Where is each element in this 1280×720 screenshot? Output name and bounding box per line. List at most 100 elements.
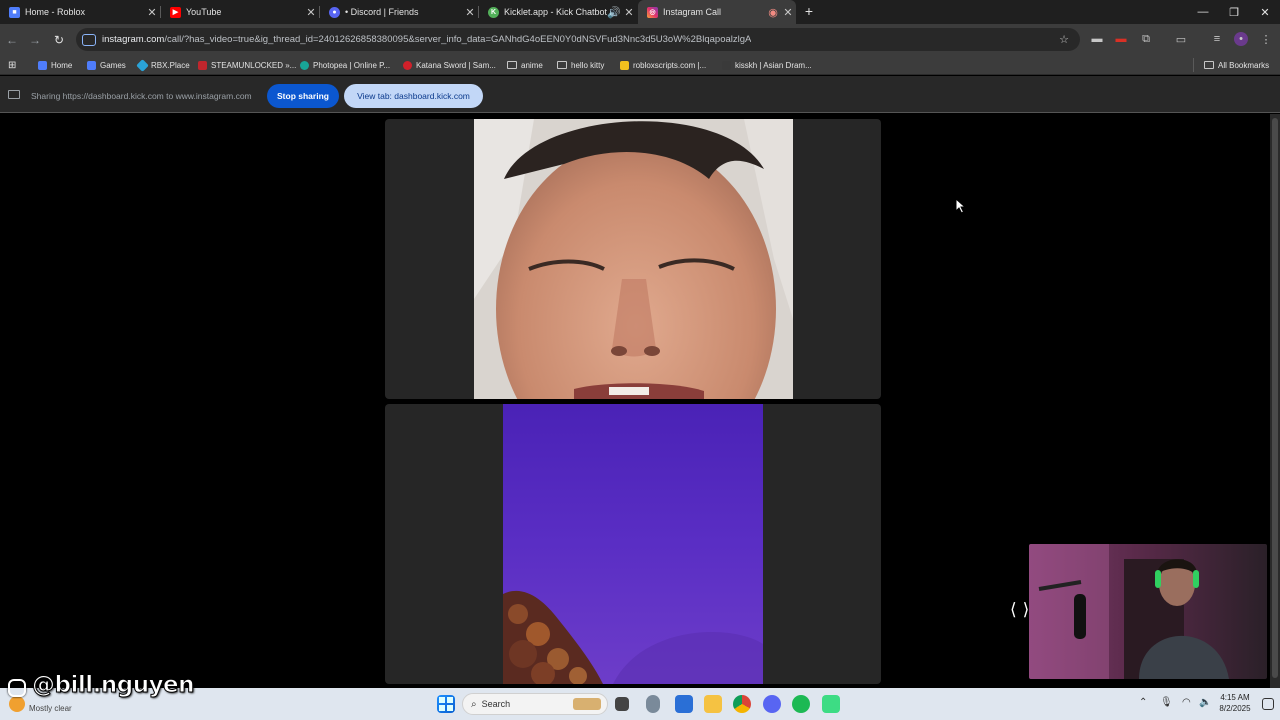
roblox-icon <box>38 60 47 70</box>
photopea-icon <box>300 60 309 70</box>
webcam-image <box>1029 544 1267 679</box>
search-label: Search <box>481 699 511 709</box>
roblox-icon <box>87 60 96 70</box>
new-tab-button[interactable]: + <box>801 3 817 19</box>
rbx-place-icon <box>136 58 149 72</box>
taskbar-search[interactable]: ⌕ Search <box>462 693 608 715</box>
sharing-status-text: Sharing https://dashboard.kick.com to ww… <box>31 91 252 101</box>
bookmark-katana-sword[interactable]: Katana Sword | Sam... <box>403 58 496 72</box>
close-window-button[interactable]: ✕ <box>1250 0 1280 24</box>
bookmark-label: STEAMUNLOCKED »... <box>211 60 297 70</box>
folder-icon <box>1204 61 1214 69</box>
discord-app-icon[interactable] <box>763 695 781 713</box>
bookmark-steamunlocked[interactable]: STEAMUNLOCKED »... <box>198 58 296 72</box>
roblox-favicon-icon: ■ <box>9 6 20 18</box>
tab-kicklet[interactable]: K Kicklet.app - Kick Chatbot 🔊 ✕ <box>479 0 637 24</box>
tab-title: Home - Roblox <box>25 7 86 17</box>
bookmark-robloxscripts[interactable]: robloxscripts.com |... <box>620 58 706 72</box>
taskbar-clock[interactable]: 4:15 AM 8/2/2025 <box>1210 692 1260 714</box>
spotify-icon[interactable] <box>792 695 810 713</box>
bookmark-home[interactable]: Home <box>38 58 72 72</box>
speaker-audio-icon[interactable]: 🔊 <box>607 6 621 19</box>
chrome-icon[interactable] <box>733 695 751 713</box>
weather-condition[interactable]: Mostly clear <box>29 704 72 713</box>
extensions-puzzle-icon[interactable]: ⧉ <box>1139 32 1153 46</box>
url-path: /call/?has_video=true&ig_thread_id=24012… <box>164 34 752 45</box>
tab-title: Kicklet.app - Kick Chatbot <box>504 7 607 17</box>
bookmark-kisskh[interactable]: kisskh | Asian Dram... <box>722 58 812 72</box>
profile-avatar-icon[interactable]: • <box>1234 32 1248 46</box>
sky-video-image <box>503 590 763 684</box>
recording-indicator-icon: ◉ <box>768 6 778 19</box>
restore-button[interactable]: ❐ <box>1219 0 1249 24</box>
minimize-button[interactable]: — <box>1188 0 1218 24</box>
tab-instagram-call[interactable]: ◎ Instagram Call ◉ ✕ <box>638 0 796 24</box>
bookmark-label: anime <box>521 60 543 70</box>
steamunlocked-icon <box>198 60 207 70</box>
tab-discord[interactable]: ● • Discord | Friends ✕ <box>320 0 478 24</box>
streamer-handle: @bill.nguyen <box>31 672 195 699</box>
all-bookmarks[interactable]: All Bookmarks <box>1204 58 1269 72</box>
instagram-favicon-icon: ◎ <box>647 6 658 18</box>
kicklet-favicon-icon: K <box>488 6 499 18</box>
discord-favicon-icon: ● <box>329 6 340 18</box>
bookmarks-bar: ⊞ Home Games RBX.Place STEAMUNLOCKED »..… <box>0 55 1280 75</box>
tab-title: • Discord | Friends <box>345 7 419 17</box>
tab-youtube[interactable]: ▶ YouTube ✕ <box>161 0 319 24</box>
forward-icon[interactable]: → <box>25 30 45 50</box>
close-tab-icon[interactable]: ✕ <box>144 6 160 19</box>
bookmark-label: Games <box>100 60 126 70</box>
bookmark-folder-hello-kitty[interactable]: hello kitty <box>557 58 604 72</box>
close-tab-icon[interactable]: ✕ <box>621 6 637 19</box>
video-tile-remote[interactable] <box>385 119 881 399</box>
address-bar[interactable]: instagram.com/call/?has_video=true&ig_th… <box>76 28 1080 51</box>
start-windows-icon[interactable] <box>437 695 455 713</box>
photos-app-icon[interactable] <box>675 695 693 713</box>
extension-2-icon[interactable]: ▬ <box>1114 32 1128 46</box>
weather-icon[interactable] <box>9 696 25 712</box>
bookmark-rbx-place[interactable]: RBX.Place <box>136 58 190 72</box>
url-domain: instagram.com <box>102 34 165 45</box>
scrollbar-thumb[interactable] <box>1272 118 1278 678</box>
mouse-app-icon[interactable] <box>646 695 660 713</box>
task-view-icon[interactable] <box>615 697 629 711</box>
clock-time: 4:15 AM <box>1220 693 1250 702</box>
close-tab-icon[interactable]: ✕ <box>780 6 796 19</box>
video-tile-self[interactable] <box>385 404 881 684</box>
bookmark-folder-anime[interactable]: anime <box>507 58 543 72</box>
bookmark-star-icon[interactable]: ☆ <box>1057 32 1071 46</box>
media-control-icon[interactable]: ≡ <box>1210 32 1224 46</box>
self-video-feed <box>503 404 763 684</box>
reload-icon[interactable]: ↻ <box>49 30 69 50</box>
remote-video-feed <box>474 119 793 399</box>
microphone-icon[interactable]: 🎙 <box>1160 697 1173 708</box>
bookmark-photopea[interactable]: Photopea | Online P... <box>300 58 390 72</box>
browser-toolbar: ← → ↻ instagram.com/call/?has_video=true… <box>0 24 1280 55</box>
search-highlight-icon <box>573 698 601 710</box>
streamer-webcam-overlay <box>1029 544 1267 679</box>
notification-icon[interactable] <box>1262 698 1274 710</box>
extension-1-icon[interactable]: ▬ <box>1090 32 1104 46</box>
cast-icon[interactable]: ▭ <box>1174 32 1188 46</box>
apps-grid-icon[interactable]: ⊞ <box>8 58 16 72</box>
clock-date: 8/2/2025 <box>1219 704 1251 713</box>
back-icon[interactable]: ← <box>2 30 22 50</box>
url-text[interactable]: instagram.com/call/?has_video=true&ig_th… <box>102 34 751 45</box>
bookmark-games[interactable]: Games <box>87 58 126 72</box>
file-explorer-icon[interactable] <box>704 695 722 713</box>
view-tab-button[interactable]: View tab: dashboard.kick.com <box>344 84 483 108</box>
folder-icon <box>507 61 517 69</box>
wifi-icon[interactable]: ◠ <box>1182 697 1191 708</box>
gaming-app-icon[interactable] <box>822 695 840 713</box>
tab-roblox[interactable]: ■ Home - Roblox ✕ <box>0 0 160 24</box>
site-info-icon[interactable] <box>82 33 96 46</box>
instagram-logo-icon <box>8 679 26 697</box>
bookmark-label: Home <box>51 60 73 70</box>
stop-sharing-button[interactable]: Stop sharing <box>267 84 339 108</box>
menu-kebab-icon[interactable]: ⋮ <box>1259 32 1273 46</box>
close-tab-icon[interactable]: ✕ <box>462 6 478 19</box>
close-tab-icon[interactable]: ✕ <box>303 6 319 19</box>
screen-share-icon <box>8 90 20 99</box>
bookmark-label: robloxscripts.com |... <box>633 60 707 70</box>
tray-overflow-icon[interactable]: ⌃ <box>1139 697 1147 708</box>
